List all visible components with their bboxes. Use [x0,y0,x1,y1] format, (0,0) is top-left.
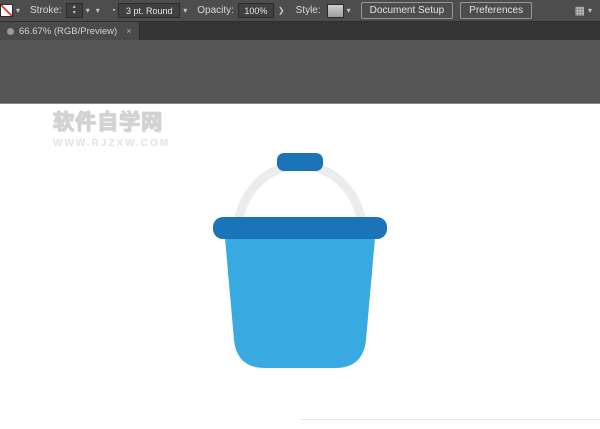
brush-definition-field[interactable]: 3 pt. Round [118,3,180,18]
stroke-none-swatch[interactable] [0,4,13,17]
watermark: 软件自学网 WWW.RJZXW.COM [53,106,170,149]
pasteboard [0,40,600,104]
tab-close-icon[interactable]: × [126,26,131,36]
watermark-url: WWW.RJZXW.COM [53,138,170,149]
artboard-edge [300,419,600,420]
document-tab-icon [7,28,14,35]
document-tab[interactable]: 66.67% (RGB/Preview) × [0,22,140,40]
control-bar: ▾ Stroke: ▴ ▾ ▾ ▾ ▪ 3 pt. Round ▾ Opacit… [0,0,600,22]
swatch-dropdown-caret-icon[interactable]: ▾ [16,6,20,15]
preferences-button[interactable]: Preferences [460,2,532,19]
style-label: Style: [296,5,321,16]
watermark-title: 软件自学网 [53,106,170,136]
bucket-artwork[interactable] [213,150,387,375]
document-setup-button[interactable]: Document Setup [361,2,454,19]
artboard-canvas[interactable]: 软件自学网 WWW.RJZXW.COM [0,104,600,429]
stepper-down-icon[interactable]: ▾ [73,11,76,17]
document-tab-label: 66.67% (RGB/Preview) [19,26,117,37]
bucket-handle-grip[interactable] [277,153,323,171]
bucket-body[interactable] [225,238,375,368]
opacity-label: Opacity: [197,5,234,16]
opacity-chevron-icon[interactable]: ❯ [278,6,285,15]
style-caret-icon[interactable]: ▾ [347,6,351,15]
opacity-field[interactable]: 100% [238,3,274,18]
width-profile-caret-icon[interactable]: ▾ [96,6,100,15]
bucket-rim[interactable] [213,217,387,239]
brush-bullet-icon: ▪ [113,7,115,14]
stroke-weight-caret-icon[interactable]: ▾ [86,6,90,15]
stroke-weight-stepper[interactable]: ▴ ▾ [66,3,83,18]
brush-caret-icon[interactable]: ▾ [183,6,187,15]
document-tab-bar: 66.67% (RGB/Preview) × [0,22,600,40]
stroke-label: Stroke: [30,5,62,16]
panel-grid-icon[interactable]: ▦ [575,4,585,17]
panel-caret-icon[interactable]: ▾ [588,6,592,15]
style-swatch[interactable] [327,4,344,18]
